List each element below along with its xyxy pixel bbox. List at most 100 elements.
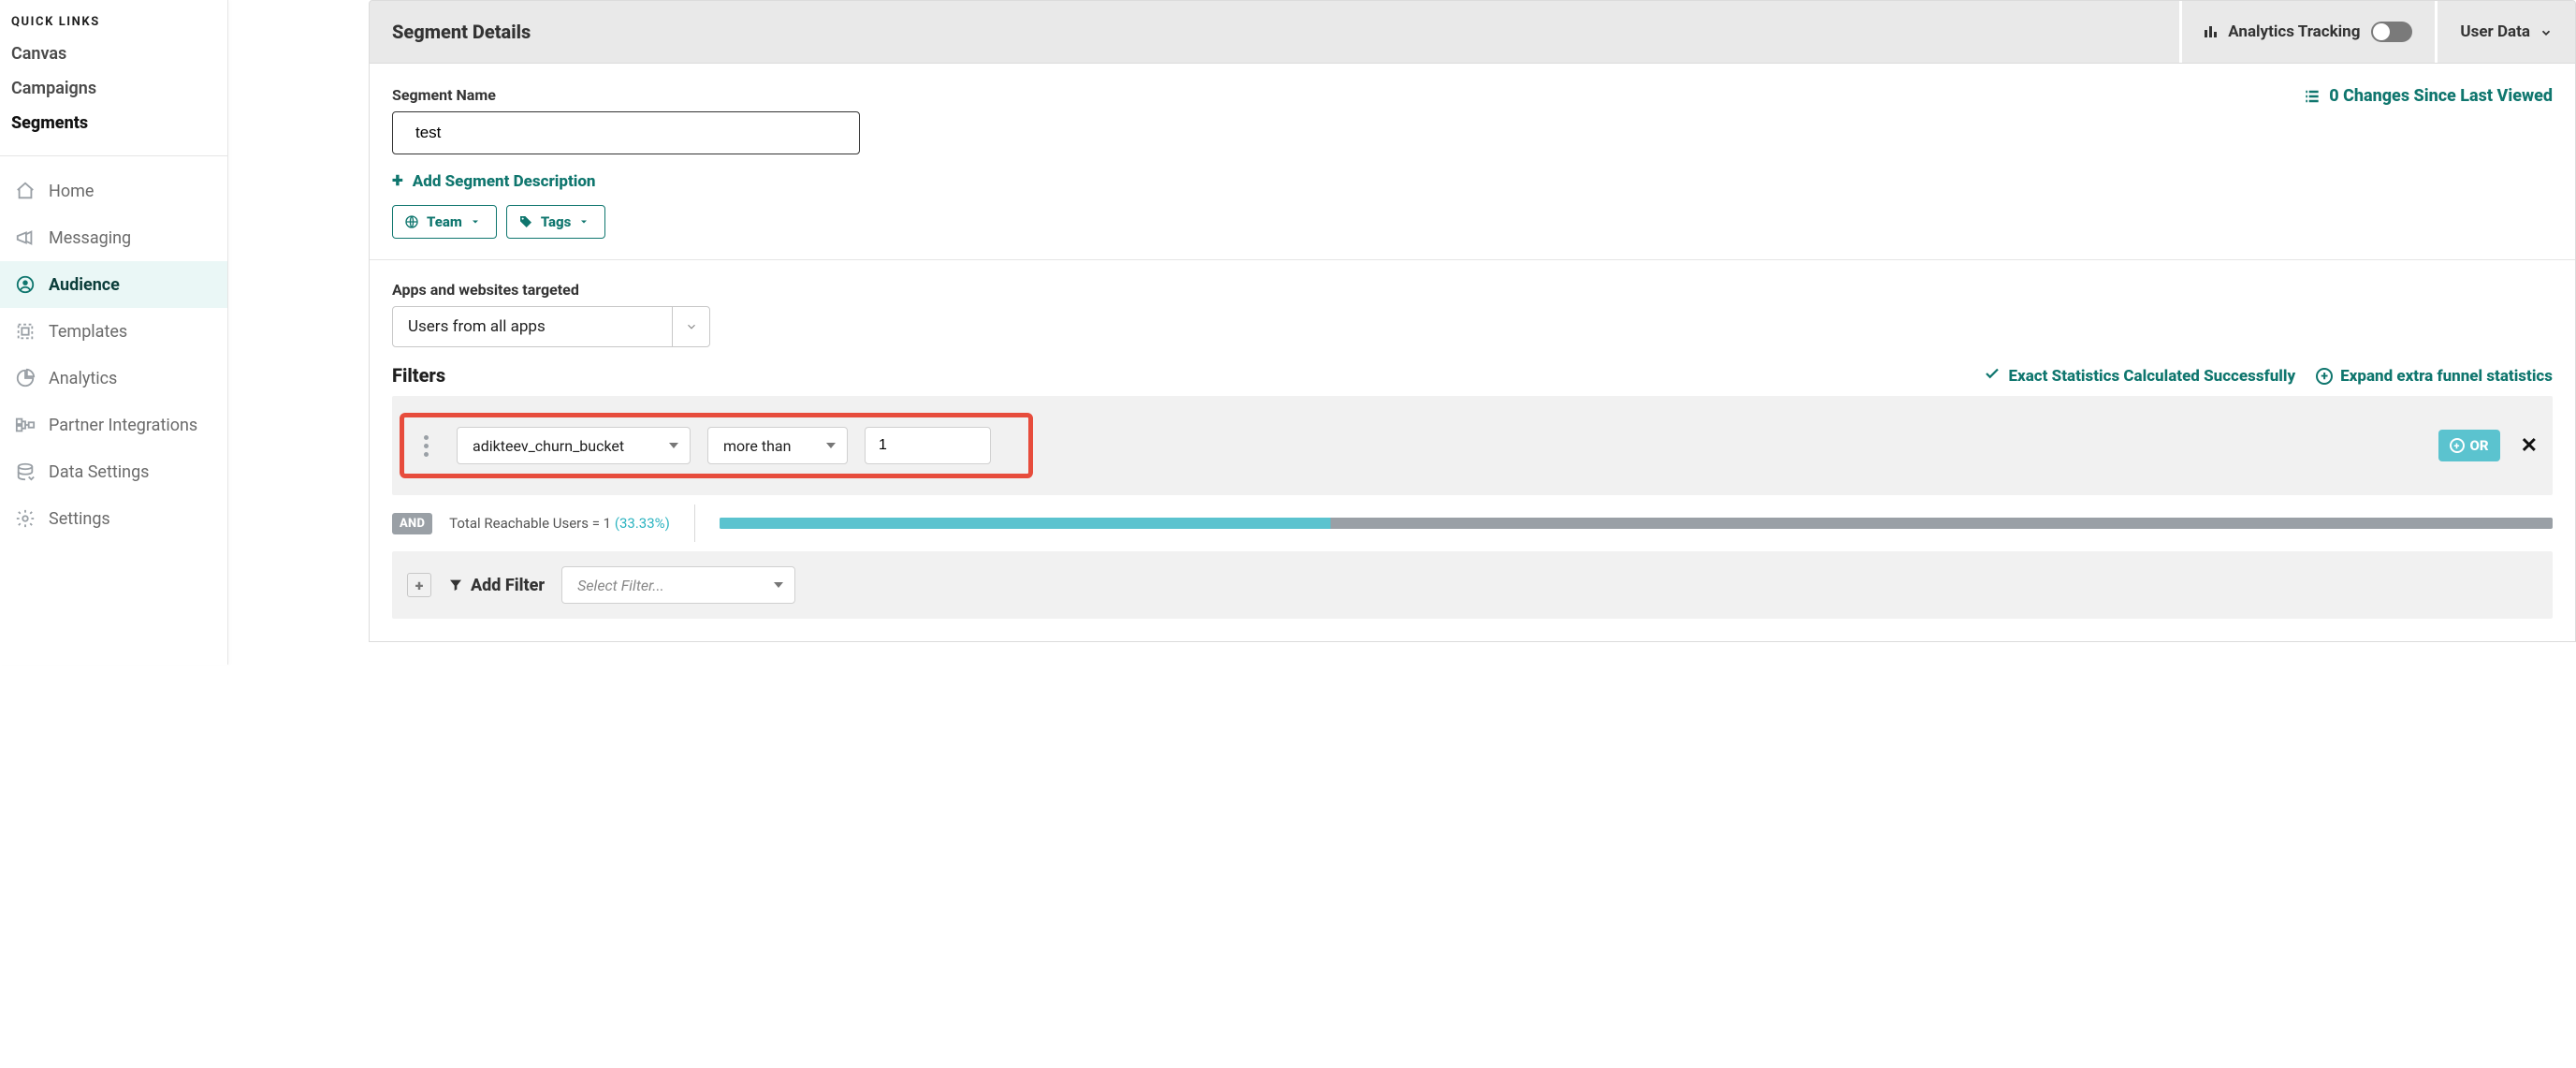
and-badge: AND — [392, 513, 432, 534]
funnel-icon — [448, 578, 463, 593]
add-desc-label: Add Segment Description — [413, 172, 596, 191]
divider — [370, 259, 2575, 260]
expand-extra-stats-button[interactable]: + Expand extra funnel statistics — [2316, 367, 2553, 386]
nav-label: Messaging — [49, 228, 131, 248]
tags-chip-label: Tags — [541, 213, 572, 230]
nav-home[interactable]: Home — [0, 168, 227, 214]
or-label: OR — [2470, 437, 2489, 454]
quick-link-segments[interactable]: Segments — [11, 106, 216, 140]
divider — [694, 505, 695, 542]
add-filter-text: Add Filter — [471, 576, 545, 595]
filter-value-input[interactable] — [865, 427, 991, 464]
drag-handle-icon — [424, 435, 429, 457]
bar-chart-icon — [2205, 26, 2217, 37]
gear-icon — [15, 508, 36, 529]
pie-chart-icon — [15, 368, 36, 388]
templates-icon — [15, 321, 36, 342]
team-chip-label: Team — [427, 213, 462, 230]
caret-down-icon — [578, 214, 593, 229]
nav-label: Data Settings — [49, 462, 149, 482]
select-filter-dropdown[interactable]: Select Filter... — [561, 566, 795, 604]
divider — [0, 155, 227, 156]
reach-row: AND Total Reachable Users = 1 (33.33%) — [392, 495, 2553, 551]
add-filter-label: Add Filter — [448, 576, 545, 595]
quick-links-list: Canvas Campaigns Segments — [0, 37, 227, 152]
sidebar: QUICK LINKS Canvas Campaigns Segments Ho… — [0, 0, 228, 665]
user-data-dropdown[interactable]: User Data — [2435, 1, 2575, 63]
remove-filter-button[interactable]: ✕ — [2521, 434, 2538, 458]
nav-label: Analytics — [49, 369, 117, 388]
panel-header: Segment Details Analytics Tracking User … — [369, 0, 2576, 64]
chevron-down-icon — [2540, 25, 2553, 38]
analytics-label: Analytics Tracking — [2228, 22, 2360, 41]
filters-title: Filters — [392, 364, 445, 387]
megaphone-icon — [15, 227, 36, 248]
reach-progress-fill — [720, 518, 1331, 529]
analytics-tracking-toggle-group: Analytics Tracking — [2179, 1, 2435, 63]
home-icon — [15, 181, 36, 201]
select-filter-placeholder: Select Filter... — [577, 577, 664, 594]
caret-down-icon — [826, 443, 836, 448]
filter-operator-value: more than — [723, 437, 791, 455]
quick-links-header: QUICK LINKS — [0, 0, 227, 37]
tag-icon — [518, 214, 533, 229]
nav-label: Partner Integrations — [49, 416, 197, 435]
audience-icon — [15, 274, 36, 295]
caret-down-icon — [774, 582, 783, 588]
segment-name-label: Segment Name — [392, 86, 860, 104]
expand-extra-label: Expand extra funnel statistics — [2340, 367, 2553, 386]
main-content: Segment Details Analytics Tracking User … — [228, 0, 2576, 665]
nav-label: Templates — [49, 322, 127, 342]
highlighted-filter: adikteev_churn_bucket more than — [400, 413, 1033, 478]
panel-title: Segment Details — [370, 21, 2179, 43]
caret-down-icon — [669, 443, 678, 448]
filter-attribute-value: adikteev_churn_bucket — [473, 437, 624, 455]
analytics-toggle[interactable] — [2371, 22, 2412, 42]
list-icon — [2303, 87, 2321, 106]
apps-targeted-select[interactable]: Users from all apps — [392, 306, 710, 347]
add-segment-description-button[interactable]: + Add Segment Description — [392, 171, 2553, 192]
user-data-label: User Data — [2460, 22, 2530, 41]
nav-partner-integrations[interactable]: Partner Integrations — [0, 402, 227, 448]
panel-header-right: Analytics Tracking User Data — [2179, 1, 2575, 63]
apps-targeted-value: Users from all apps — [408, 317, 546, 336]
reach-progress-bar — [720, 518, 2553, 529]
nav-label: Home — [49, 182, 94, 201]
reach-label: Total Reachable Users = — [449, 515, 604, 532]
quick-link-campaigns[interactable]: Campaigns — [11, 71, 216, 106]
caret-down-icon — [470, 214, 485, 229]
globe-icon — [404, 214, 419, 229]
nav-data-settings[interactable]: Data Settings — [0, 448, 227, 495]
or-button[interactable]: + OR — [2438, 430, 2500, 461]
nav-label: Settings — [49, 509, 110, 529]
changes-since-viewed-link[interactable]: 0 Changes Since Last Viewed — [2303, 86, 2553, 106]
nav-messaging[interactable]: Messaging — [0, 214, 227, 261]
segment-name-input[interactable] — [392, 111, 860, 154]
plus-icon: + — [392, 171, 403, 192]
filter-attribute-select[interactable]: adikteev_churn_bucket — [457, 427, 691, 464]
changes-link-text: 0 Changes Since Last Viewed — [2329, 86, 2553, 106]
stats-ok-status: Exact Statistics Calculated Successfully — [1984, 365, 2295, 387]
integrations-icon — [15, 415, 36, 435]
reach-count: 1 — [604, 515, 611, 532]
add-filter-row: + Add Filter Select Filter... — [392, 551, 2553, 619]
nav-label: Audience — [49, 275, 120, 295]
nav-audience[interactable]: Audience — [0, 261, 227, 308]
stats-ok-text: Exact Statistics Calculated Successfully — [2008, 367, 2295, 386]
team-chip[interactable]: Team — [392, 205, 497, 239]
circle-plus-icon: + — [2450, 438, 2465, 453]
reach-percent: (33.33%) — [615, 515, 670, 532]
filter-operator-select[interactable]: more than — [707, 427, 848, 464]
nav-settings[interactable]: Settings — [0, 495, 227, 542]
filter-panel: adikteev_churn_bucket more than + — [392, 396, 2553, 495]
panel-body: Segment Name 0 Changes Since Last Viewed… — [369, 64, 2576, 642]
nav-templates[interactable]: Templates — [0, 308, 227, 355]
reach-text: Total Reachable Users = 1 (33.33%) — [449, 515, 670, 532]
data-settings-icon — [15, 461, 36, 482]
tags-chip[interactable]: Tags — [506, 205, 606, 239]
nav-analytics[interactable]: Analytics — [0, 355, 227, 402]
circle-plus-icon: + — [2316, 368, 2333, 385]
drag-handle[interactable] — [412, 427, 440, 464]
quick-link-canvas[interactable]: Canvas — [11, 37, 216, 71]
add-filter-plus-button[interactable]: + — [407, 573, 431, 597]
